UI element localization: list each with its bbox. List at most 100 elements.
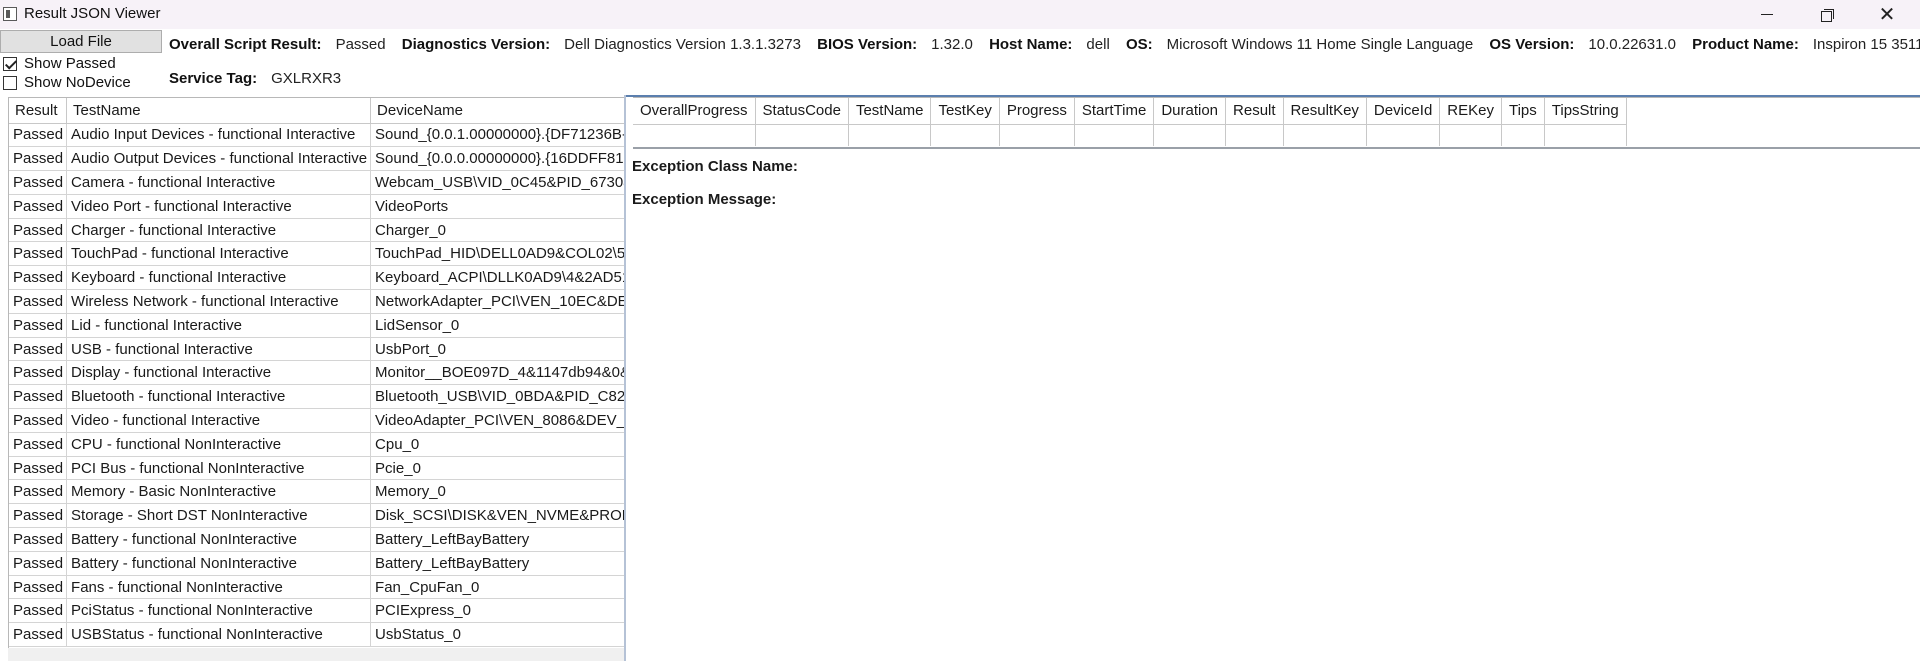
show-passed-checkbox[interactable]: Show Passed [3, 55, 116, 72]
column-header-statuscode[interactable]: StatusCode [755, 98, 849, 125]
testname-cell: Keyboard - functional Interactive [66, 265, 372, 291]
result-cell: Passed [9, 408, 68, 433]
table-row[interactable]: Passed Keyboard - functional Interactive K… [9, 265, 625, 291]
detail-grid[interactable]: OverallProgress StatusCode TestName TestKey… [633, 97, 1920, 149]
detail-cell [1225, 124, 1284, 146]
table-row[interactable]: Passed Fans - functional NonInteractive Fa… [9, 575, 625, 600]
diagnostics-version-value: Dell Diagnostics Version 1.3.1.3273 [564, 36, 801, 53]
minimize-button[interactable] [1738, 0, 1796, 29]
detail-cell [999, 124, 1075, 146]
load-file-button[interactable]: Load File [0, 30, 162, 53]
detail-cell [930, 124, 1000, 146]
overall-result-label: Overall Script Result: [169, 36, 322, 53]
table-row[interactable]: Passed TouchPad - functional Interactive T… [9, 241, 625, 267]
os-version-value: 10.0.22631.0 [1588, 36, 1676, 53]
table-row[interactable]: Passed Audio Output Devices - functional … [9, 146, 625, 172]
horizontal-scrollbar[interactable] [8, 648, 625, 661]
table-row[interactable]: Passed CPU - functional NonInteractive Cpu… [9, 432, 625, 457]
devicename-cell: VideoAdapter_PCI\VEN_8086&DEV_9A [370, 408, 625, 433]
column-header-rekey[interactable]: REKey [1439, 98, 1502, 125]
result-cell: Passed [9, 622, 68, 648]
column-header-overallprogress[interactable]: OverallProgress [633, 98, 756, 125]
close-button[interactable]: ✕ [1858, 0, 1916, 29]
result-cell: Passed [9, 432, 68, 457]
table-row[interactable]: Passed Battery - functional NonInteractiv… [9, 527, 625, 552]
detail-cell [1074, 124, 1155, 146]
devicename-cell: Keyboard_ACPI\DLLK0AD9\4&2AD513 [370, 265, 625, 291]
results-grid[interactable]: Result TestName DeviceName Passed Audio I… [8, 97, 625, 661]
host-name-value: dell [1086, 36, 1110, 53]
table-row[interactable]: Passed Display - functional Interactive Mo… [9, 360, 625, 386]
checkbox-unchecked-icon[interactable] [3, 75, 17, 90]
detail-cell [1439, 124, 1502, 146]
table-row[interactable]: Passed PCI Bus - functional NonInteractiv… [9, 456, 625, 481]
table-row[interactable]: Passed Camera - functional Interactive Web… [9, 170, 625, 195]
testname-cell: Camera - functional Interactive [66, 170, 372, 195]
detail-grid-row[interactable] [633, 124, 1627, 146]
window-title: Result JSON Viewer [24, 5, 161, 22]
result-cell: Passed [9, 551, 68, 576]
table-row[interactable]: Passed Audio Input Devices - functional I… [9, 123, 625, 148]
devicename-cell: Charger_0 [370, 218, 625, 243]
table-row[interactable]: Passed Bluetooth - functional Interactive… [9, 384, 625, 410]
column-header-testkey[interactable]: TestKey [930, 98, 1000, 125]
column-header-resultkey[interactable]: ResultKey [1283, 98, 1367, 125]
result-cell: Passed [9, 527, 68, 552]
devicename-cell: Pcie_0 [370, 456, 625, 481]
table-row[interactable]: Passed Video - functional Interactive Vide… [9, 408, 625, 433]
detail-cell [848, 124, 932, 146]
result-cell: Passed [9, 123, 68, 148]
exception-class-label: Exception Class Name: [632, 158, 798, 175]
column-header-result[interactable]: Result [1225, 98, 1284, 125]
table-row[interactable]: Passed USBStatus - functional NonInteract… [9, 622, 625, 648]
product-name-label: Product Name: [1692, 36, 1799, 53]
devicename-cell: Battery_LeftBayBattery [370, 551, 625, 576]
devicename-cell: Battery_LeftBayBattery [370, 527, 625, 552]
column-header-testname[interactable]: TestName [848, 98, 932, 125]
service-tag-value: GXLRXR3 [271, 70, 342, 87]
table-row[interactable]: Passed Charger - functional Interactive Ch… [9, 218, 625, 243]
table-row[interactable]: Passed Video Port - functional Interactiv… [9, 194, 625, 219]
devicename-cell: Bluetooth_USB\VID_0BDA&PID_C829\ [370, 384, 625, 410]
maximize-button[interactable] [1798, 0, 1856, 29]
column-header-tipsstring[interactable]: TipsString [1544, 98, 1627, 125]
table-row[interactable]: Passed Wireless Network - functional Inte… [9, 289, 625, 314]
devicename-cell: Sound_{0.0.1.00000000}.{DF71236B-17 [370, 123, 625, 148]
os-version-label: OS Version: [1489, 36, 1575, 53]
show-nodevice-checkbox[interactable]: Show NoDevice [3, 74, 131, 91]
grid-splitter[interactable] [624, 95, 626, 661]
devicename-cell: Disk_SCSI\DISK&VEN_NVME&PROD_6 [370, 503, 625, 529]
testname-cell: USB - functional Interactive [66, 337, 372, 362]
column-header-testname[interactable]: TestName [66, 98, 372, 124]
checkbox-checked-icon[interactable] [3, 56, 17, 71]
devicename-cell: Monitor__BOE097D_4&1147db94&0& [370, 360, 625, 386]
table-row[interactable]: Passed USB - functional Interactive UsbPor… [9, 337, 625, 362]
column-header-devicename[interactable]: DeviceName [370, 98, 625, 124]
column-header-starttime[interactable]: StartTime [1074, 98, 1155, 125]
table-row[interactable]: Passed Storage - Short DST NonInteractive… [9, 503, 625, 529]
result-cell: Passed [9, 241, 68, 267]
column-header-progress[interactable]: Progress [999, 98, 1075, 125]
table-row[interactable]: Passed Battery - functional NonInteractiv… [9, 551, 625, 576]
column-header-result[interactable]: Result [9, 98, 68, 124]
detail-cell [755, 124, 849, 146]
show-passed-label: Show Passed [24, 55, 116, 72]
bios-version-value: 1.32.0 [931, 36, 973, 53]
result-cell: Passed [9, 337, 68, 362]
table-row[interactable]: Passed Lid - functional Interactive LidSen… [9, 313, 625, 338]
testname-cell: Display - functional Interactive [66, 360, 372, 386]
devicename-cell: UsbStatus_0 [370, 622, 625, 648]
restore-icon [1821, 8, 1834, 22]
result-cell: Passed [9, 384, 68, 410]
column-header-tips[interactable]: Tips [1501, 98, 1545, 125]
column-header-deviceid[interactable]: DeviceId [1366, 98, 1441, 125]
testname-cell: Charger - functional Interactive [66, 218, 372, 243]
testname-cell: Fans - functional NonInteractive [66, 575, 372, 600]
result-cell: Passed [9, 170, 68, 195]
testname-cell: TouchPad - functional Interactive [66, 241, 372, 267]
table-row[interactable]: Passed Memory - Basic NonInteractive Memor… [9, 479, 625, 505]
table-row[interactable]: Passed PciStatus - functional NonInteract… [9, 598, 625, 624]
column-header-duration[interactable]: Duration [1153, 98, 1227, 125]
result-cell: Passed [9, 265, 68, 291]
devicename-cell: VideoPorts [370, 194, 625, 219]
